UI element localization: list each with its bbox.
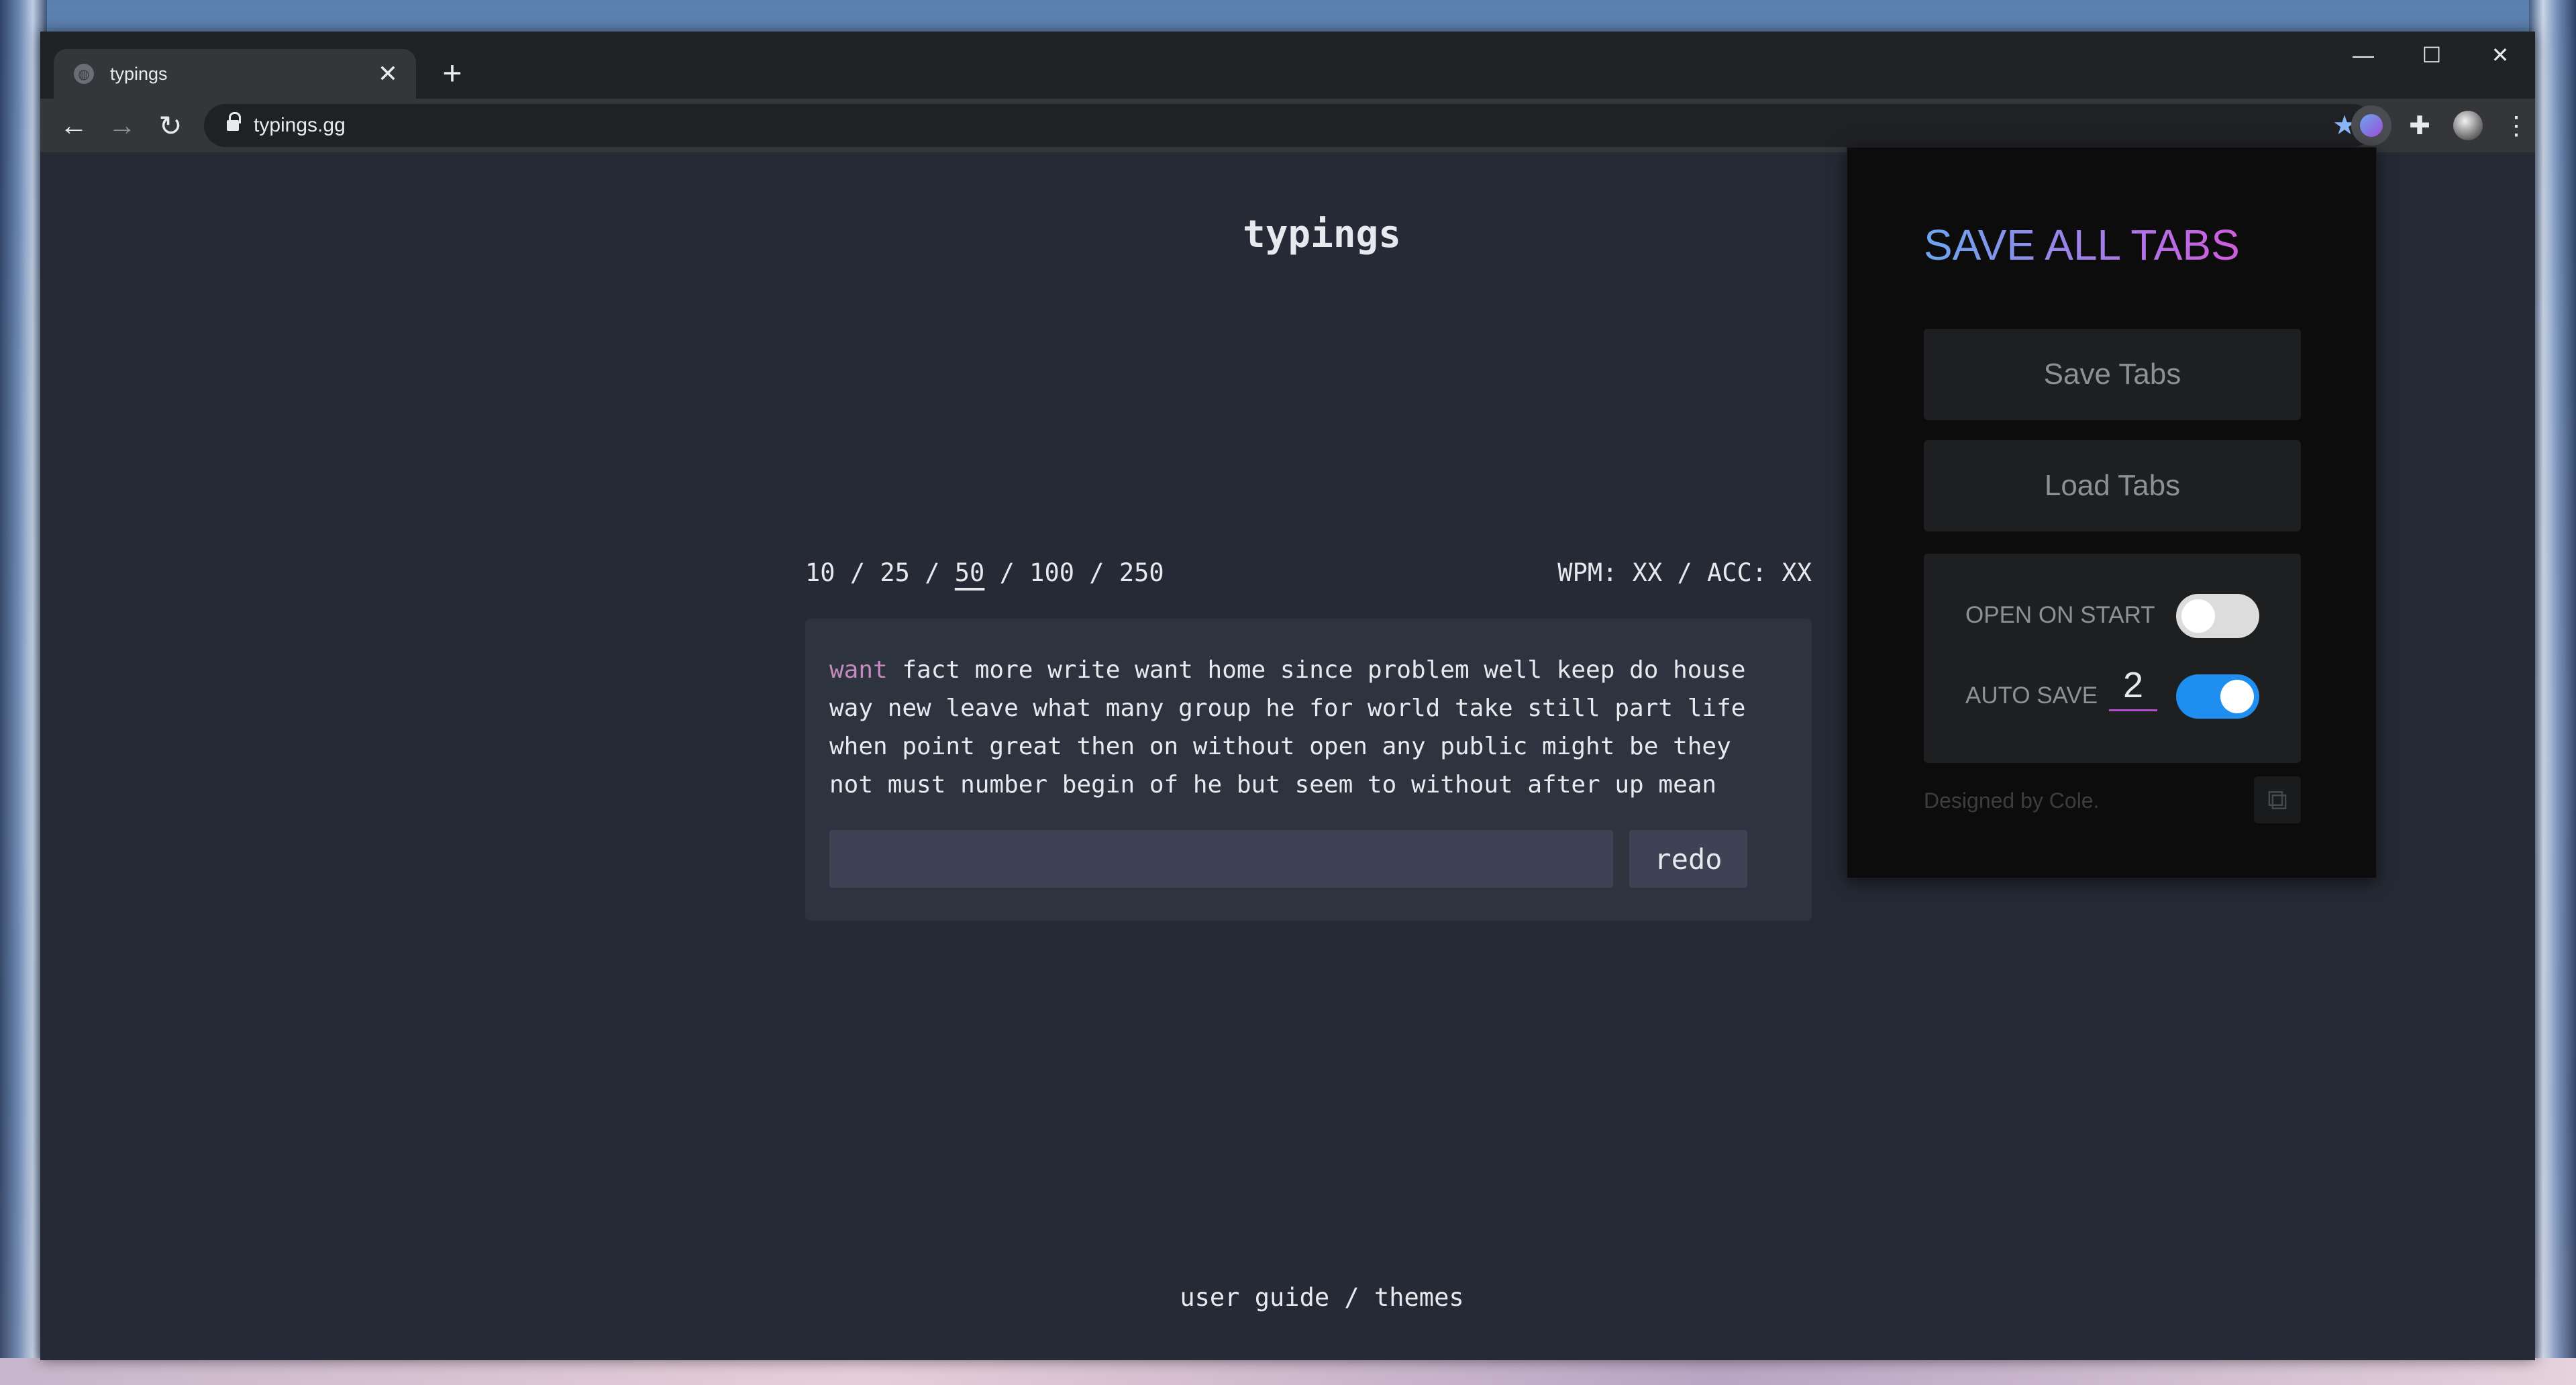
forward-arrow-icon[interactable]: → [102, 105, 142, 146]
auto-save-interval-input[interactable]: 2 [2109, 664, 2157, 711]
designed-by-text: Designed by Cole. [1924, 788, 2100, 813]
toggle-knob [2220, 680, 2254, 713]
count-separator: / [909, 558, 955, 587]
count-option-50[interactable]: 50 [955, 558, 985, 587]
user-guide-link[interactable]: user guide [1180, 1283, 1329, 1312]
external-link-icon[interactable]: ⧉ [2254, 776, 2301, 823]
footer-separator: / [1329, 1283, 1374, 1312]
extension-popup: SAVE ALL TABS Save Tabs Load Tabs OPEN O… [1847, 147, 2377, 878]
address-bar[interactable]: typings.gg ★ [204, 104, 2374, 147]
count-option-10[interactable]: 10 [805, 558, 835, 587]
tab-title: typings [110, 63, 168, 84]
count-option-100[interactable]: 100 [1029, 558, 1074, 587]
url-text[interactable]: typings.gg [254, 114, 2332, 137]
profile-avatar[interactable] [2448, 105, 2488, 146]
save-all-tabs-extension-icon[interactable] [2351, 105, 2391, 146]
site-title: typings [1242, 213, 1401, 256]
count-separator: / [984, 558, 1030, 587]
save-tabs-button[interactable]: Save Tabs [1924, 329, 2301, 420]
word-count-selector: 10 / 25 / 50 / 100 / 250 [805, 558, 1164, 587]
open-on-start-toggle[interactable] [2176, 594, 2259, 638]
maximize-button[interactable]: ☐ [2398, 32, 2465, 79]
globe-icon: ◍ [74, 64, 94, 84]
open-on-start-label: OPEN ON START [1965, 602, 2155, 628]
tab-close-icon[interactable]: ✕ [376, 60, 400, 88]
desktop-wallpaper-right [2529, 0, 2576, 1385]
stats-display: WPM: XX / ACC: XX [1557, 558, 1812, 587]
footer-links: user guide / themes [1074, 1283, 1570, 1312]
count-option-25[interactable]: 25 [880, 558, 910, 587]
toggle-knob [2181, 599, 2215, 633]
count-separator: / [1074, 558, 1119, 587]
title-bar: ◍ typings ✕ + — ☐ ✕ [40, 32, 2535, 99]
word-list: want fact more write want home since pro… [829, 651, 1789, 804]
remaining-words: fact more write want home since problem … [829, 656, 1746, 799]
minimize-button[interactable]: — [2330, 32, 2397, 79]
browser-window: ◍ typings ✕ + — ☐ ✕ ← → ↻ typings.gg ★ ✚… [40, 32, 2535, 1360]
window-close-button[interactable]: ✕ [2467, 32, 2534, 79]
new-tab-button[interactable]: + [432, 53, 472, 93]
redo-button[interactable]: redo [1629, 830, 1747, 888]
back-arrow-icon[interactable]: ← [54, 105, 94, 146]
load-tabs-button[interactable]: Load Tabs [1924, 440, 2301, 531]
themes-link[interactable]: themes [1374, 1283, 1464, 1312]
reload-icon[interactable]: ↻ [150, 105, 191, 146]
browser-toolbar: ← → ↻ typings.gg ★ ✚ ⋮ [40, 99, 2535, 152]
typing-input[interactable] [829, 830, 1613, 888]
desktop-wallpaper-bottom [0, 1358, 2576, 1385]
menu-more-icon[interactable]: ⋮ [2496, 105, 2535, 146]
browser-tab[interactable]: ◍ typings ✕ [54, 49, 416, 99]
popup-title: SAVE ALL TABS [1924, 221, 2240, 269]
settings-panel: OPEN ON START AUTO SAVE 2 [1924, 554, 2301, 763]
auto-save-toggle[interactable] [2176, 674, 2259, 719]
current-word: want [829, 656, 888, 684]
typing-box: want fact more write want home since pro… [805, 619, 1812, 921]
auto-save-label: AUTO SAVE [1965, 682, 2098, 709]
count-separator: / [835, 558, 880, 587]
count-option-250[interactable]: 250 [1119, 558, 1164, 587]
extensions-puzzle-icon[interactable]: ✚ [2400, 105, 2440, 146]
lock-icon [227, 112, 241, 132]
